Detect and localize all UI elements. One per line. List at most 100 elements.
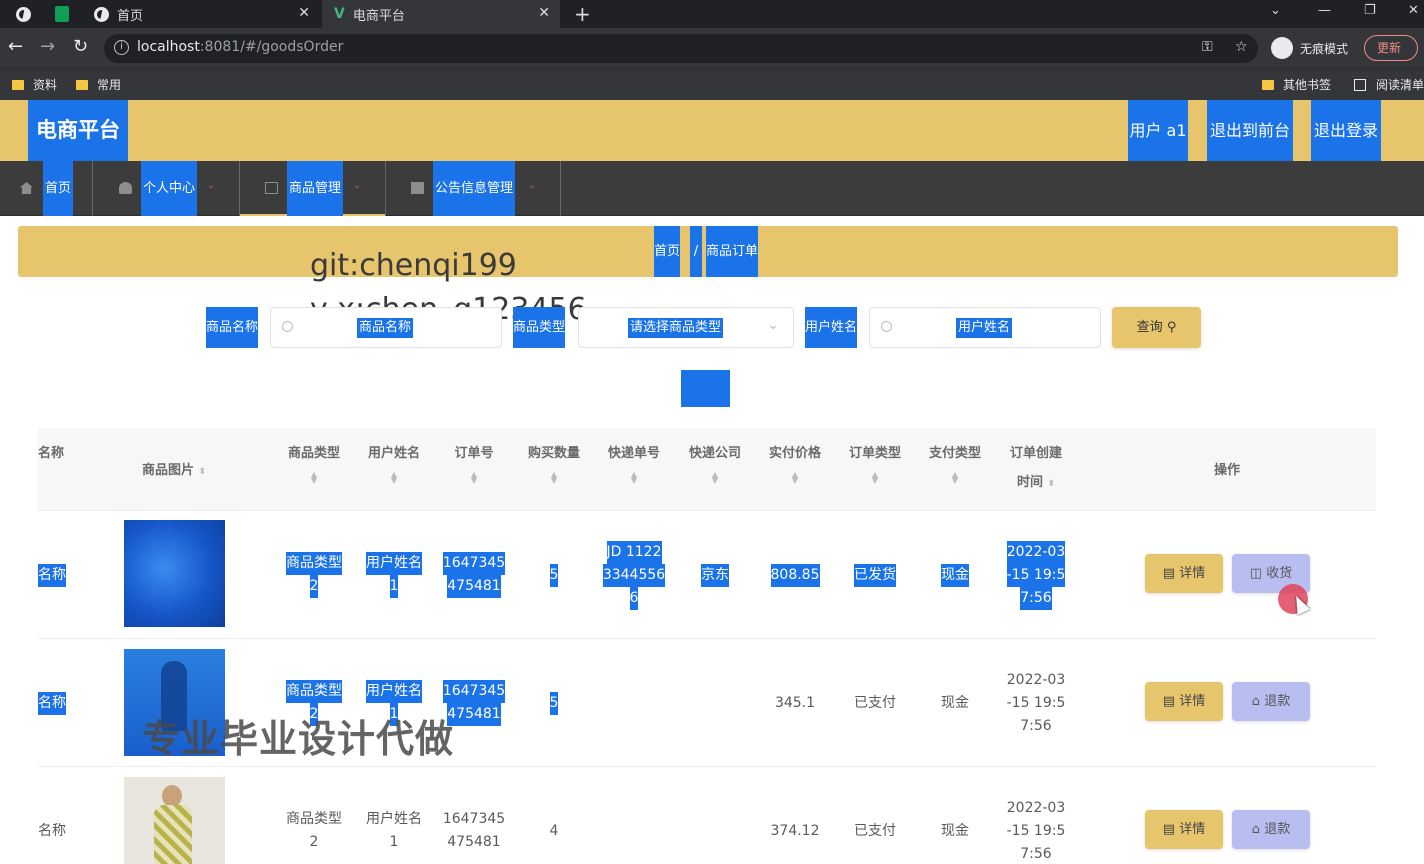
column-header-express-no[interactable]: 快递单号 ▲ ▼ [594, 428, 674, 510]
goods-type-select[interactable]: 请选择商品类型 ⌄ [578, 307, 794, 348]
search-icon: ⚲ [1166, 320, 1177, 335]
column-header-type[interactable]: 商品类型 ▲ ▼ [274, 428, 354, 510]
tab-home[interactable]: 首页 ✕ [82, 0, 320, 28]
bookmark-folder[interactable]: 常用 [76, 76, 121, 93]
nav-notice-management[interactable]: 公告信息管理 ⌄ [386, 161, 561, 216]
back-icon[interactable]: ← [8, 36, 23, 58]
goods-image[interactable] [124, 777, 225, 864]
user-icon [119, 182, 132, 194]
briefcase-icon [411, 182, 424, 194]
update-button[interactable]: 更新 [1364, 35, 1418, 61]
key-icon[interactable]: ⚿ [1202, 39, 1213, 55]
chevron-down-icon: ⌄ [353, 180, 362, 191]
column-header-image[interactable]: 商品图片 ⬍ [120, 428, 228, 510]
tab-search-icon[interactable]: ⌄ [1270, 3, 1281, 18]
folder-icon [76, 79, 88, 90]
incognito-indicator[interactable]: 无痕模式 [1271, 37, 1348, 59]
cell-created: 2022-03 -15 19:5 7:56 [1006, 671, 1066, 734]
column-header-created[interactable]: 订单创建 时间 ⬍ [996, 428, 1076, 510]
cell-order-type: 已支付 [854, 694, 896, 711]
cell-order-type: 已发货 [835, 511, 915, 639]
sort-icon[interactable]: ▲ ▼ [550, 471, 558, 485]
cell-user: 用户姓名 1 [366, 811, 422, 850]
cell-type: 商品类型 2 [286, 811, 342, 850]
other-bookmarks[interactable]: 其他书签 [1262, 76, 1331, 93]
search-icon [282, 321, 293, 332]
reading-list[interactable]: 阅读清单 [1354, 76, 1424, 93]
document-icon: ▤ [1162, 694, 1176, 709]
breadcrumb-home[interactable]: 首页 [654, 226, 681, 277]
column-header-name[interactable]: 名称 [38, 428, 78, 510]
cell-qty: 4 [549, 822, 559, 839]
refund-button[interactable]: ⌂ 退款 [1232, 682, 1310, 721]
close-icon[interactable]: ✕ [298, 5, 310, 21]
cell-user: 用户姓名 1 [354, 511, 434, 639]
column-header-express-company[interactable]: 快递公司 ▲ ▼ [675, 428, 755, 510]
sort-icon[interactable]: ▲ ▼ [791, 471, 799, 485]
cell-pay-type: 现金 [941, 694, 969, 711]
new-tab-button[interactable]: + [574, 0, 594, 28]
detail-button[interactable]: ▤ 详情 [1145, 554, 1223, 593]
cell-name: 名称 [38, 639, 78, 767]
breadcrumb: 首页 / 商品订单 [18, 226, 1398, 277]
refund-button[interactable]: ⌂ 退款 [1232, 810, 1310, 849]
column-header-price[interactable]: 实付价格 ▲ ▼ [755, 428, 835, 510]
detail-button[interactable]: ▤ 详情 [1145, 810, 1223, 849]
watermark-text: 专业毕业设计代做 [142, 717, 455, 761]
column-header-qty[interactable]: 购买数量 ▲ ▼ [514, 428, 594, 510]
tab-title: 首页 [117, 8, 144, 24]
reload-icon[interactable]: ↻ [73, 36, 88, 58]
site-info-icon[interactable]: i [114, 40, 129, 55]
close-icon[interactable]: ✕ [538, 5, 550, 21]
user-name-input[interactable]: 用户姓名 [869, 307, 1101, 348]
goods-name-input[interactable]: 商品名称 [270, 307, 502, 348]
nav-home[interactable]: 首页 [0, 161, 93, 216]
cell-qty: 5 [514, 511, 594, 639]
forward-icon[interactable]: → [40, 36, 55, 58]
star-icon[interactable]: ☆ [1235, 39, 1248, 55]
query-button[interactable]: 查询 ⚲ [1112, 307, 1201, 348]
incognito-logo-icon [10, 0, 40, 28]
logout-button[interactable]: 退出登录 [1311, 100, 1381, 161]
window-close-icon[interactable]: ✕ [1408, 3, 1419, 18]
column-header-order-no[interactable]: 订单号 ▲ ▼ [434, 428, 514, 510]
spreadsheet-app-icon[interactable] [50, 0, 80, 28]
column-header-order-type[interactable]: 订单类型 ▲ ▼ [835, 428, 915, 510]
app-header: 电商平台 用户 a1 退出到前台 退出登录 [0, 100, 1424, 161]
sort-icon[interactable]: ▲ ▼ [711, 471, 719, 485]
nav-goods-management[interactable]: 商品管理 ⌄ [240, 161, 386, 216]
sort-icon[interactable]: ▲ ▼ [310, 471, 318, 485]
bookmark-folder[interactable]: 资料 [12, 76, 57, 93]
column-header-user[interactable]: 用户姓名 ▲ ▼ [354, 428, 434, 510]
sort-icon[interactable]: ▲ ▼ [390, 471, 398, 485]
cell-express-company: 京东 [675, 511, 755, 639]
tab-shop-platform[interactable]: V 电商平台 ✕ [322, 0, 560, 28]
sort-icon[interactable]: ⬍ [1048, 479, 1056, 489]
watermark-text: git:chenqi199 [310, 248, 517, 283]
url-text[interactable]: localhost:8081/#/goodsOrder [137, 39, 343, 55]
cell-order-type: 已支付 [854, 822, 896, 839]
table-row: 名称 商品类型 2 用户姓名 1 1647345 475481 4 374.12 已支… [38, 766, 1376, 864]
restore-icon[interactable]: ❐ [1364, 3, 1376, 18]
cell-pay-type: 现金 [941, 822, 969, 839]
globe-icon [94, 6, 109, 22]
chevron-down-icon: ⌄ [767, 317, 779, 333]
back-to-front-button[interactable]: 退出到前台 [1207, 100, 1293, 161]
column-header-pay-type[interactable]: 支付类型 ▲ ▼ [915, 428, 995, 510]
detail-button[interactable]: ▤ 详情 [1145, 682, 1223, 721]
sort-icon[interactable]: ▲ ▼ [470, 471, 478, 485]
sort-icon[interactable]: ⬍ [199, 467, 207, 477]
breadcrumb-separator: / [690, 226, 702, 277]
edit-icon [265, 182, 278, 194]
cell-order-no: 1647345 475481 [442, 811, 506, 850]
orders-table: 名称 商品图片 ⬍ 商品类型 ▲ ▼ 用户姓名 ▲ ▼ 订单号 ▲ ▼ 购买数量 ▲ ▼ 快递单… [38, 428, 1376, 864]
goods-image[interactable] [124, 520, 225, 627]
sort-icon[interactable]: ▲ ▼ [630, 471, 638, 485]
minimize-icon[interactable]: — [1318, 3, 1331, 18]
user-name[interactable]: 用户 a1 [1128, 100, 1188, 161]
nav-personal-center[interactable]: 个人中心 ⌄ [93, 161, 240, 216]
sort-icon[interactable]: ▲ ▼ [951, 471, 959, 485]
sort-icon[interactable]: ▲ ▼ [871, 471, 879, 485]
cell-price: 374.12 [770, 822, 820, 839]
receive-icon: ◫ [1249, 566, 1263, 581]
